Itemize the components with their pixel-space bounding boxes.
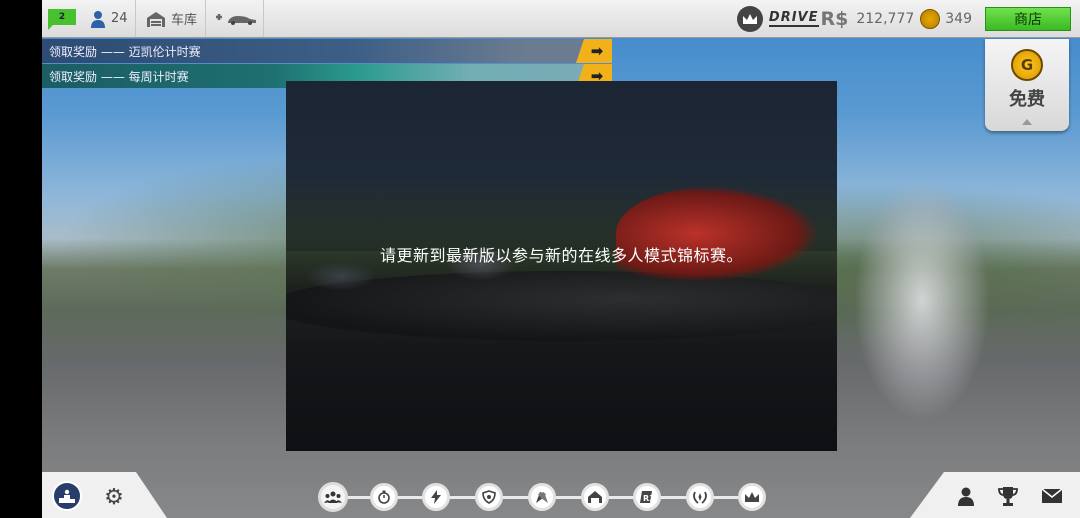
mail-icon[interactable] — [1040, 484, 1064, 508]
trophy-icon[interactable] — [996, 484, 1020, 508]
podium-icon[interactable] — [52, 481, 82, 511]
crown-icon[interactable] — [738, 483, 766, 511]
profile-icon[interactable] — [954, 484, 978, 508]
free-label: 免费 — [1009, 89, 1045, 110]
arrow-right-icon[interactable]: ➡ — [576, 39, 612, 63]
garage-icon — [147, 11, 165, 27]
dialog-red-car — [616, 186, 816, 281]
left-black-strip — [0, 0, 42, 518]
gear-icon[interactable]: ⚙ — [100, 483, 128, 511]
fans-count: 24 — [111, 11, 128, 26]
crown-icon[interactable] — [736, 5, 763, 32]
drive-logo: DRIVE — [768, 9, 819, 27]
r3-icon[interactable]: R3 — [633, 483, 661, 511]
car-tune-icon — [216, 13, 256, 25]
free-gold-button[interactable]: G 免费 — [985, 39, 1069, 131]
gold-coin-icon — [920, 8, 941, 29]
flags-icon[interactable] — [528, 483, 556, 511]
shop-button[interactable]: 商店 — [985, 6, 1071, 31]
level-badge[interactable]: 2 — [48, 9, 76, 30]
money-value: 212,777 — [856, 10, 915, 27]
person-icon — [91, 10, 105, 28]
update-dialog[interactable]: 请更新到最新版以参与新的在线多人模式锦标赛。 — [286, 81, 837, 451]
currency-area: DRIVE R$ 212,777 349 商店 — [736, 0, 1080, 37]
lightning-icon[interactable] — [422, 483, 450, 511]
caret-up-icon — [1022, 119, 1032, 125]
stopwatch-icon[interactable] — [370, 483, 398, 511]
rs-label: R$ — [820, 7, 849, 30]
fans-counter[interactable]: 24 — [80, 0, 136, 37]
garage-label: 车库 — [171, 13, 198, 28]
update-message: 请更新到最新版以参与新的在线多人模式锦标赛。 — [379, 246, 743, 265]
wreath-icon[interactable] — [686, 483, 714, 511]
reward-banner-text: 领取奖励 —— 每周计时赛 — [49, 69, 189, 84]
garage-button[interactable]: 车库 — [136, 0, 206, 37]
tune-button[interactable] — [206, 0, 264, 37]
gold-coin-icon: G — [1011, 49, 1043, 81]
multiplayer-icon[interactable] — [318, 482, 348, 512]
gold-value: 349 — [945, 10, 972, 27]
home-icon[interactable] — [581, 483, 609, 511]
shield-icon[interactable] — [475, 483, 503, 511]
reward-banner-mclaren[interactable]: 领取奖励 —— 迈凯伦计时赛 ➡ — [42, 39, 612, 63]
reward-banner-text: 领取奖励 —— 迈凯伦计时赛 — [49, 44, 201, 59]
top-bar: 2 24 车库 DRIVE R$ 212,777 349 商店 — [42, 0, 1080, 38]
svg-text:R3: R3 — [643, 494, 655, 503]
